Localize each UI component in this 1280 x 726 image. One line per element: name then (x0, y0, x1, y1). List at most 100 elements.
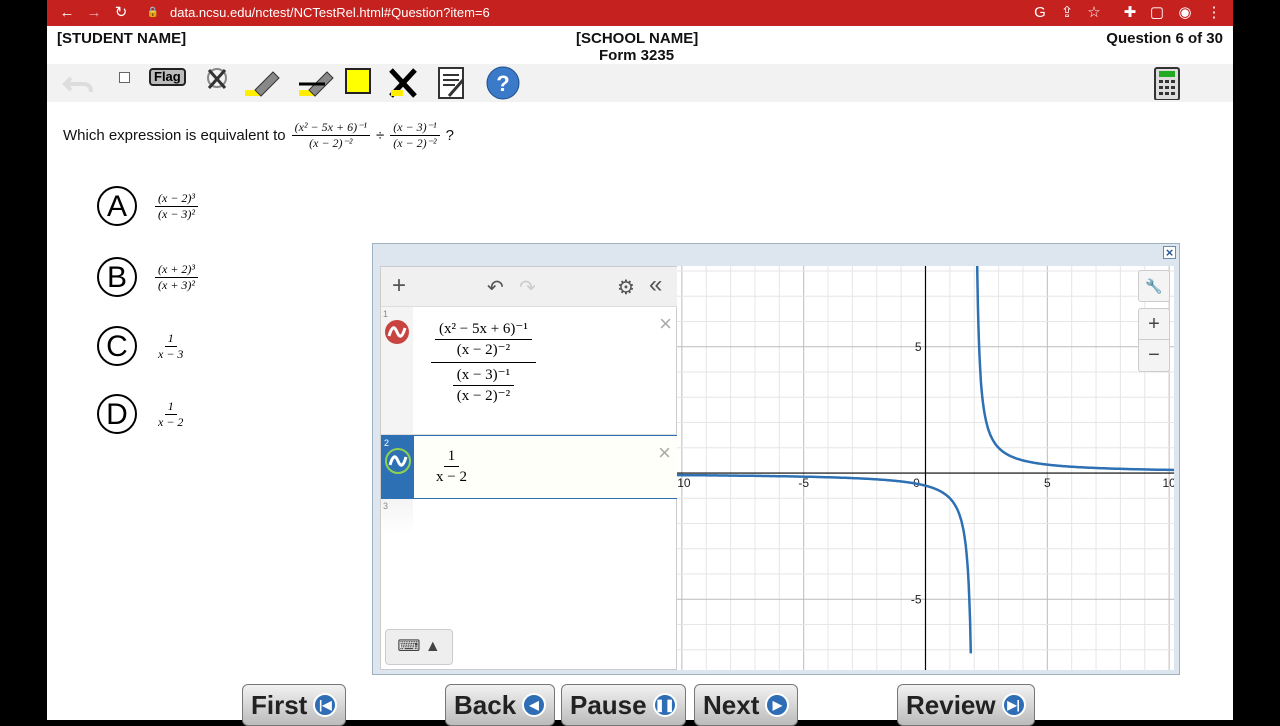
answer-choice-c[interactable]: C 1x − 3 (97, 326, 186, 366)
tool-bar: Flag ? (47, 64, 1233, 102)
expression-row-2[interactable]: 2 1 x − 2 × (381, 435, 678, 499)
choice-fraction: 1x − 2 (155, 399, 186, 430)
outer-numerator: (x² − 5x + 6)⁻¹ (x − 2)⁻² (431, 319, 536, 363)
y-tick-label: 5 (915, 340, 922, 354)
settings-gear-icon[interactable]: ⚙ (617, 275, 635, 300)
fraction-denominator: x − 2 (436, 469, 467, 485)
graph-canvas[interactable]: -10-505105-5 (673, 243, 1176, 670)
browser-toolbar: ← → ↻ 🔒 data.ncsu.edu/nctest/NCTestRel.h… (47, 0, 1233, 26)
extensions-icon[interactable]: ✚ (1120, 3, 1140, 23)
delete-expression-icon[interactable]: × (658, 440, 671, 466)
keypad-toggle-button[interactable]: ⌨ ▲ (385, 629, 453, 665)
forward-arrow-icon[interactable]: → (84, 3, 104, 23)
expression-number: 3 (383, 501, 389, 511)
school-name: [SCHOOL NAME] (576, 30, 699, 47)
graph-style-icon[interactable] (385, 448, 411, 474)
choice-letter[interactable]: D (97, 394, 137, 434)
outer-denominator: (x − 3)⁻¹ (x − 2)⁻² (449, 363, 518, 406)
divide-operator: ÷ (376, 127, 385, 144)
fraction-numerator: 1 (164, 399, 177, 415)
expression-row-3[interactable]: 3 (381, 499, 678, 535)
function-curve-left-branch (677, 473, 973, 654)
strikethrough-highlighter-icon[interactable] (297, 66, 337, 100)
x-tick-label: 5 (1044, 476, 1051, 490)
navigation-bar: RECORDED WITH SCREENCAST-O-MATIC First |◀… (47, 677, 1233, 726)
reload-icon[interactable]: ↻ (111, 3, 131, 23)
question-counter: Question 6 of 30 (1106, 30, 1223, 47)
answer-choice-a[interactable]: A (x − 2)³ (x − 3)² (97, 186, 199, 226)
address-bar[interactable]: data.ncsu.edu/nctest/NCTestRel.html#Ques… (170, 5, 490, 20)
pause-label: Pause (570, 689, 647, 720)
x-tick-label: -5 (798, 476, 809, 490)
question-prompt: Which expression is equivalent to (63, 127, 286, 144)
fraction-denominator: x − 3 (158, 346, 184, 361)
add-item-icon[interactable]: + (392, 272, 406, 300)
choice-letter[interactable]: B (97, 257, 137, 297)
expression-math[interactable]: 1 x − 2 (432, 446, 471, 487)
back-icon: ◀ (522, 693, 547, 717)
flag-checkbox[interactable] (119, 72, 130, 83)
lock-icon: 🔒 (146, 7, 160, 18)
expression-toolbar: + ↶ ↷ ⚙ « (381, 267, 678, 307)
star-icon[interactable]: ☆ (1084, 3, 1104, 23)
fraction-denominator: (x − 2)⁻² (393, 136, 437, 150)
zoom-out-button[interactable]: − (1138, 340, 1170, 372)
zoom-in-button[interactable]: + (1138, 308, 1170, 340)
clear-highlight-icon[interactable] (387, 66, 421, 100)
fraction-denominator: (x + 3)² (158, 277, 196, 292)
expression-math[interactable]: (x² − 5x + 6)⁻¹ (x − 2)⁻² (x − 3)⁻¹ (x − 2… (431, 319, 536, 406)
fraction-denominator: (x − 3)² (158, 206, 196, 221)
graphing-calculator-window: × + ↶ ↷ ⚙ « 1 (x² − 5x + 6)⁻¹ (x − 2)⁻² ( (372, 243, 1180, 675)
highlight-color-swatch[interactable] (345, 68, 371, 94)
question-stem: Which expression is equivalent to (x² − … (63, 120, 454, 151)
test-page: [STUDENT NAME] [SCHOOL NAME] Form 3235 Q… (47, 26, 1233, 726)
y-tick-label: -5 (911, 592, 922, 606)
close-calculator-button[interactable]: × (1163, 246, 1176, 259)
answer-choice-b[interactable]: B (x + 2)³ (x + 3)² (97, 257, 199, 297)
back-arrow-icon[interactable]: ← (57, 3, 77, 23)
undo-arrow-icon[interactable] (61, 66, 95, 100)
notepad-icon[interactable] (435, 66, 469, 100)
undo-icon[interactable]: ↶ (487, 275, 504, 300)
fraction-numerator: 1 (443, 446, 460, 467)
calculator-icon[interactable] (1153, 66, 1181, 100)
graph-style-icon[interactable] (384, 319, 410, 345)
question-fraction-1: (x² − 5x + 6)⁻¹ (x − 2)⁻² (291, 120, 370, 151)
choice-fraction: (x − 2)³ (x − 3)² (155, 191, 199, 222)
eliminate-answer-icon[interactable] (203, 66, 233, 100)
expression-number: 1 (383, 309, 389, 319)
expression-row-1[interactable]: 1 (x² − 5x + 6)⁻¹ (x − 2)⁻² (x − 3)⁻¹ (x −… (381, 307, 678, 435)
next-icon: ▶ (765, 693, 790, 717)
menu-icon[interactable]: ⋮ (1204, 3, 1224, 23)
collapse-list-icon[interactable]: « (649, 271, 662, 299)
share-icon[interactable]: ⇪ (1057, 3, 1077, 23)
profile-avatar-icon[interactable]: ◉ (1175, 3, 1195, 23)
pause-icon: ❚❚ (652, 693, 677, 717)
fraction-denominator: (x − 2)⁻² (309, 136, 353, 150)
fraction-numerator: (x + 2)³ (155, 262, 199, 278)
fraction-denominator: (x − 2)⁻² (456, 388, 511, 404)
tab-layout-icon[interactable]: ▢ (1147, 3, 1167, 23)
help-icon[interactable]: ? (485, 66, 521, 100)
inner-fraction: (x − 3)⁻¹ (x − 2)⁻² (452, 365, 515, 406)
review-icon: ▶| (1001, 693, 1026, 717)
back-label: Back (454, 689, 517, 720)
graph-settings-wrench-icon[interactable]: 🔧 (1138, 270, 1170, 302)
graph-paper[interactable]: -10-505105-5 🔧 + − (673, 243, 1176, 670)
google-icon[interactable]: G (1030, 3, 1050, 23)
fraction-numerator: (x² − 5x + 6)⁻¹ (291, 120, 370, 136)
fraction-numerator: (x² − 5x + 6)⁻¹ (435, 319, 532, 340)
fraction-numerator: 1 (164, 331, 177, 347)
choice-letter[interactable]: A (97, 186, 137, 226)
answer-choice-d[interactable]: D 1x − 2 (97, 394, 186, 434)
review-label: Review (906, 689, 996, 720)
first-label: First (251, 689, 308, 720)
redo-icon[interactable]: ↷ (519, 275, 536, 300)
delete-expression-icon[interactable]: × (659, 311, 672, 337)
choice-fraction: 1x − 3 (155, 331, 186, 362)
fraction-denominator: (x − 2)⁻² (456, 342, 511, 358)
flag-button[interactable]: Flag (149, 68, 186, 86)
highlighter-icon[interactable] (243, 66, 283, 100)
screencast-watermark: RECORDED WITH SCREENCAST-O-MATIC (53, 677, 149, 691)
choice-letter[interactable]: C (97, 326, 137, 366)
